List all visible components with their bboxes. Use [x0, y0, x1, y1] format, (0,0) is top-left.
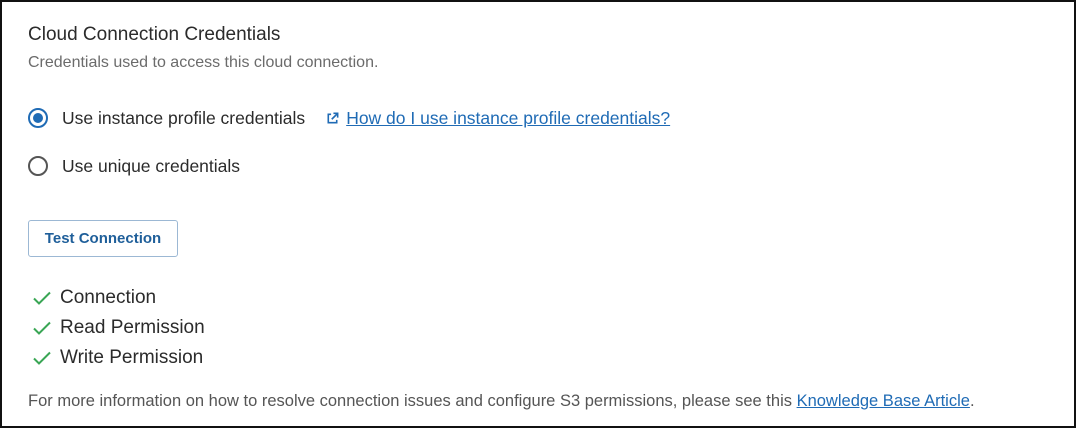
- radio-option-unique-credentials[interactable]: Use unique credentials: [28, 156, 240, 176]
- check-item-write-permission: Write Permission: [32, 343, 205, 373]
- checkmark-icon: [32, 290, 52, 306]
- section-subtitle: Credentials used to access this cloud co…: [28, 54, 379, 71]
- radio-option-instance-profile[interactable]: Use instance profile credentials How do …: [28, 108, 670, 128]
- radio-label-instance-profile: Use instance profile credentials: [62, 108, 306, 128]
- radio-button-selected[interactable]: [28, 108, 48, 128]
- cloud-connection-credentials-panel: Cloud Connection Credentials Credentials…: [0, 0, 1076, 428]
- footer-suffix: .: [969, 392, 975, 410]
- radio-button-unselected[interactable]: [28, 156, 48, 176]
- footer-note: For more information on how to resolve c…: [28, 391, 975, 411]
- knowledge-base-link[interactable]: Knowledge Base Article: [797, 392, 970, 410]
- help-link-instance-profile[interactable]: How do I use instance profile credential…: [325, 108, 670, 128]
- footer-text: For more information on how to resolve c…: [28, 392, 797, 410]
- external-link-icon: [325, 111, 340, 126]
- check-label: Write Permission: [60, 347, 204, 368]
- section-title: Cloud Connection Credentials: [28, 24, 281, 45]
- checkmark-icon: [32, 350, 52, 366]
- check-item-connection: Connection: [32, 283, 205, 313]
- checkmark-icon: [32, 320, 52, 336]
- help-link-text[interactable]: How do I use instance profile credential…: [346, 108, 670, 128]
- connection-check-list: Connection Read Permission Write Permiss…: [32, 283, 205, 373]
- check-label: Read Permission: [60, 317, 205, 338]
- radio-label-unique-credentials: Use unique credentials: [62, 156, 241, 176]
- check-item-read-permission: Read Permission: [32, 313, 205, 343]
- test-connection-button[interactable]: Test Connection: [28, 220, 178, 257]
- check-label: Connection: [60, 287, 157, 308]
